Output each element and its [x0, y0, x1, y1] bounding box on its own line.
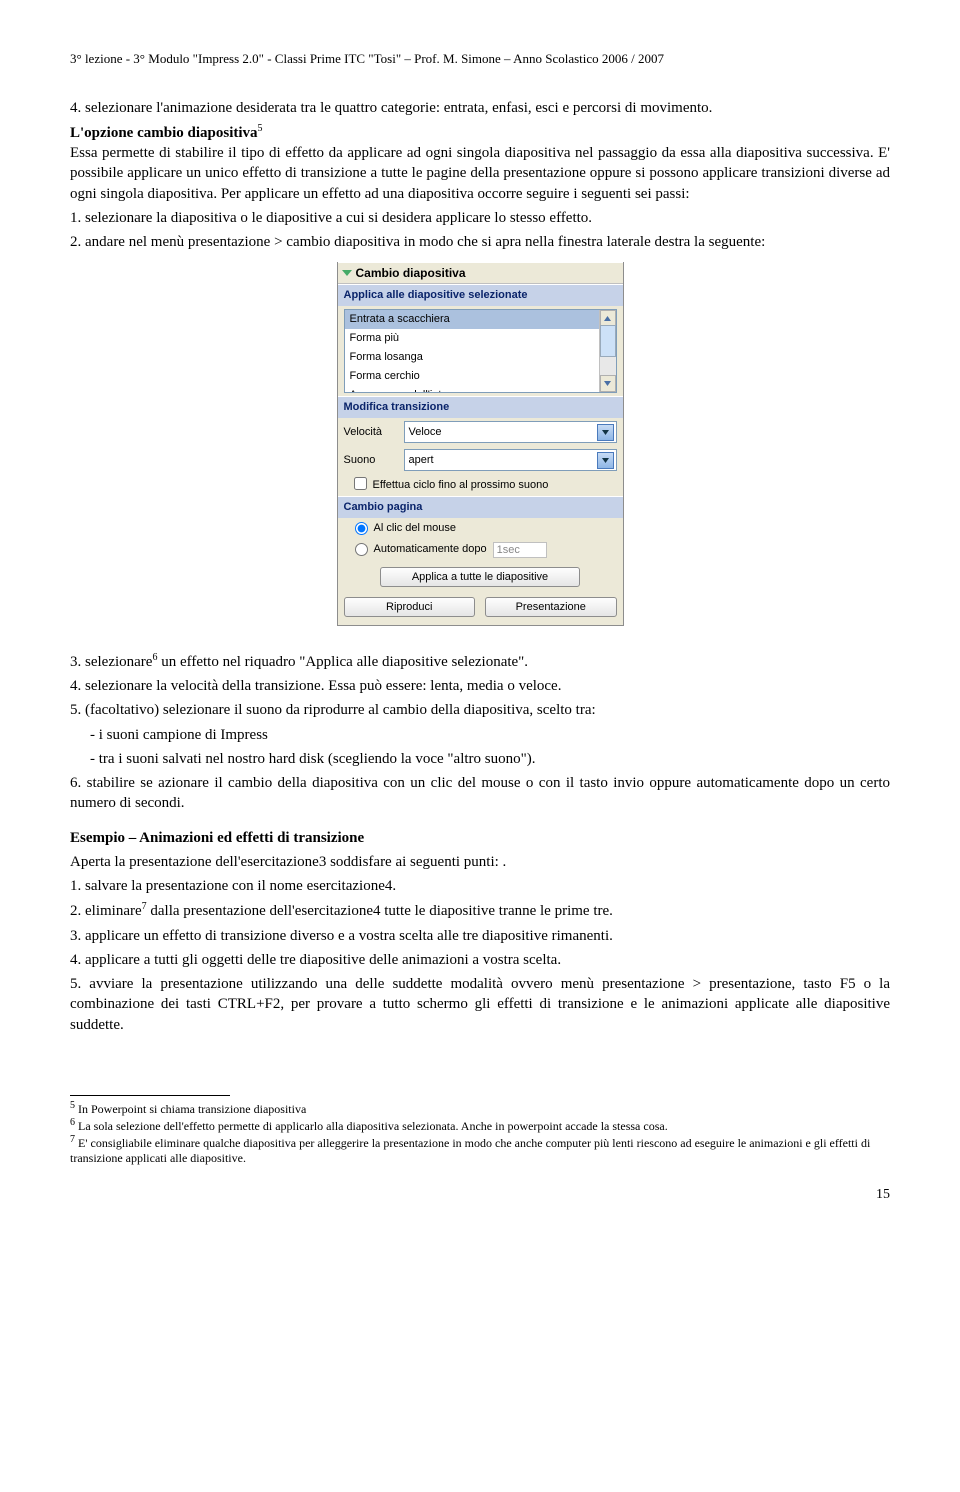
body-text: 3. applicare un effetto di transizione d… — [70, 926, 890, 946]
body-text: dalla presentazione dell'esercitazione4 … — [147, 903, 613, 919]
scroll-down-icon[interactable] — [600, 375, 616, 392]
body-text: un effetto nel riquadro "Applica alle di… — [157, 654, 528, 670]
section-heading-para: L'opzione cambio diapositiva5 Essa perme… — [70, 122, 890, 204]
page-header: 3° lezione - 3° Modulo "Impress 2.0" - C… — [70, 50, 890, 68]
loop-label: Effettua ciclo fino al prossimo suono — [373, 478, 549, 493]
body-text: 5. (facoltativo) selezionare il suono da… — [70, 700, 890, 720]
body-text: 4. selezionare l'animazione desiderata t… — [70, 98, 890, 118]
panel-title: Cambio diapositiva — [356, 265, 466, 281]
body-text: 2. andare nel menù presentazione > cambi… — [70, 232, 890, 252]
dropdown-value: Veloce — [409, 425, 442, 440]
footnote-ref: 5 — [258, 123, 263, 134]
sound-dropdown[interactable]: apert — [404, 449, 617, 471]
onclick-radio[interactable] — [355, 522, 368, 535]
speed-dropdown[interactable]: Veloce — [404, 421, 617, 443]
apply-all-button[interactable]: Applica a tutte le diapositive — [380, 567, 580, 587]
body-text: Essa permette di stabilire il tipo di ef… — [70, 145, 890, 202]
auto-delay-field[interactable] — [493, 542, 547, 558]
body-text: - tra i suoni salvati nel nostro hard di… — [70, 749, 890, 769]
scroll-thumb[interactable] — [600, 325, 616, 357]
section-modify-header: Modifica transizione — [338, 396, 623, 418]
body-text: 2. eliminare7 dalla presentazione dell'e… — [70, 900, 890, 921]
auto-label: Automaticamente dopo — [374, 542, 487, 557]
speed-label: Velocità — [344, 425, 404, 440]
body-text: 1. selezionare la diapositiva o le diapo… — [70, 208, 890, 228]
example-heading: Esempio – Animazioni ed effetti di trans… — [70, 828, 890, 848]
section-apply-header: Applica alle diapositive selezionate — [338, 284, 623, 306]
footnote: 5 In Powerpoint si chiama transizione di… — [70, 1100, 890, 1117]
body-text: - i suoni campione di Impress — [70, 725, 890, 745]
body-text: 3. selezionare — [70, 654, 152, 670]
page-number: 15 — [70, 1186, 890, 1205]
play-button[interactable]: Riproduci — [344, 597, 476, 617]
presentation-button[interactable]: Presentazione — [485, 597, 617, 617]
body-text: 4. applicare a tutti gli oggetti delle t… — [70, 950, 890, 970]
section-advance-header: Cambio pagina — [338, 496, 623, 518]
section-heading: L'opzione cambio diapositiva — [70, 125, 258, 141]
body-text: 2. eliminare — [70, 903, 142, 919]
onclick-label: Al clic del mouse — [374, 521, 457, 536]
panel-titlebar[interactable]: Cambio diapositiva — [338, 262, 623, 284]
list-item[interactable]: Forma losanga — [345, 348, 616, 367]
scrollbar[interactable] — [599, 310, 616, 392]
dropdown-value: apert — [409, 453, 434, 468]
auto-radio[interactable] — [355, 543, 368, 556]
body-text: Aperta la presentazione dell'esercitazio… — [70, 852, 890, 872]
list-item[interactable]: Forma più — [345, 329, 616, 348]
transition-listbox[interactable]: Entrata a scacchiera Forma più Forma los… — [344, 309, 617, 393]
footnote: 6 La sola selezione dell'effetto permett… — [70, 1117, 890, 1134]
list-item[interactable]: Forma cerchio — [345, 367, 616, 386]
sound-label: Suono — [344, 453, 404, 468]
body-text: 4. selezionare la velocità della transiz… — [70, 676, 890, 696]
body-text: 6. stabilire se azionare il cambio della… — [70, 773, 890, 814]
example-title: Esempio – Animazioni ed effetti di trans… — [70, 830, 364, 846]
footnote-separator — [70, 1095, 230, 1096]
loop-checkbox[interactable] — [354, 477, 367, 490]
slide-transition-panel: Cambio diapositiva Applica alle diaposit… — [337, 262, 624, 626]
chevron-down-icon[interactable] — [597, 452, 614, 469]
body-text: 1. salvare la presentazione con il nome … — [70, 876, 890, 896]
chevron-down-icon[interactable] — [597, 424, 614, 441]
body-text: 3. selezionare6 un effetto nel riquadro … — [70, 651, 890, 672]
body-text: 5. avviare la presentazione utilizzando … — [70, 974, 890, 1035]
collapse-icon — [342, 268, 352, 278]
footnote: 7 E' consigliabile eliminare qualche dia… — [70, 1134, 890, 1166]
list-item[interactable]: Entrata a scacchiera — [345, 310, 616, 329]
list-item[interactable]: A comparsa dall'interno — [345, 386, 616, 394]
